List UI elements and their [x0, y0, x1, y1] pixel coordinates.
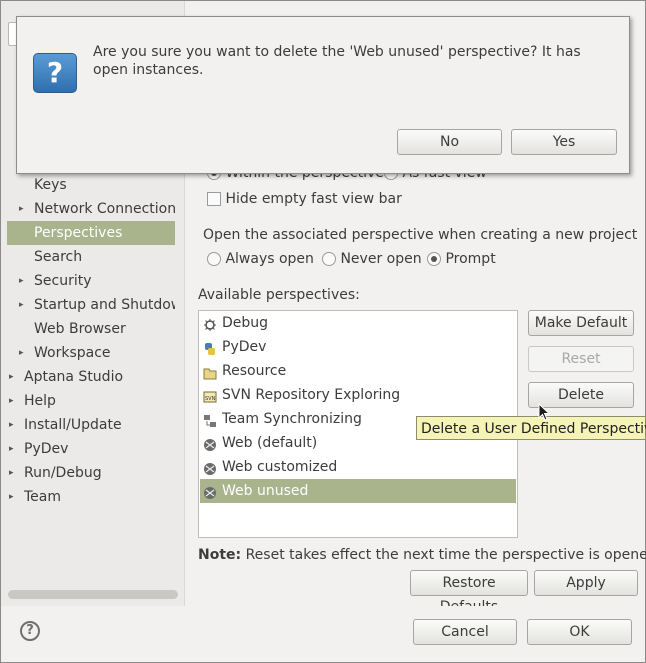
perspective-item-label: PyDev	[222, 339, 267, 355]
sidebar-item[interactable]: ▸ Aptana Studio	[7, 365, 175, 389]
sidebar-item-label: Run/Debug	[24, 465, 102, 481]
svn-icon: SVN	[203, 388, 217, 403]
bug-icon	[203, 316, 217, 331]
prompt-label: Prompt	[445, 251, 496, 267]
prompt-radio[interactable]	[427, 252, 441, 266]
reset-button[interactable]: Reset	[528, 346, 634, 372]
mouse-cursor-icon	[538, 403, 550, 421]
expand-arrow-icon[interactable]: ▸	[9, 461, 14, 485]
expand-arrow-icon[interactable]: ▸	[19, 269, 24, 293]
perspective-item-label: Resource	[222, 363, 287, 379]
perspective-item-label: Debug	[222, 315, 269, 331]
sidebar-item[interactable]: ▸ Network Connections	[7, 197, 175, 221]
expand-arrow-icon[interactable]: ▸	[19, 293, 24, 317]
sidebar-item-label: Web Browser	[34, 321, 126, 337]
restore-defaults-button[interactable]: Restore Defaults	[410, 570, 528, 615]
svg-text:SVN: SVN	[205, 396, 216, 402]
sidebar-item-label: Security	[34, 273, 92, 289]
hide-empty-label: Hide empty fast view bar	[225, 191, 402, 207]
hide-empty-option[interactable]: Hide empty fast view bar	[207, 191, 402, 207]
always-open-radio[interactable]	[207, 252, 221, 266]
perspective-item[interactable]: Web unused	[200, 479, 516, 503]
sidebar-item-label: Startup and Shutdown	[34, 297, 175, 313]
expand-arrow-icon[interactable]: ▸	[9, 365, 14, 389]
sidebar-item[interactable]: ▸ Security	[7, 269, 175, 293]
sidebar-item-label: Network Connections	[34, 201, 175, 217]
sidebar-item-label: PyDev	[24, 441, 69, 457]
sidebar-item[interactable]: ▸ Team	[7, 485, 175, 509]
open-associated-label: Open the associated perspective when cre…	[203, 227, 638, 243]
sidebar-item-label: Search	[34, 249, 83, 265]
expand-arrow-icon[interactable]: ▸	[9, 413, 14, 437]
perspective-item[interactable]: Web customized	[200, 455, 516, 479]
expand-arrow-icon[interactable]: ▸	[9, 485, 14, 509]
sidebar-item[interactable]: Search	[7, 245, 175, 269]
sidebar-item[interactable]: ▸ PyDev	[7, 437, 175, 461]
available-perspectives-label: Available perspectives:	[198, 287, 360, 303]
sidebar-item[interactable]: ▸ Run/Debug	[7, 461, 175, 485]
expand-arrow-icon[interactable]: ▸	[19, 197, 24, 221]
sidebar-item-label: Install/Update	[24, 417, 122, 433]
make-default-button[interactable]: Make Default	[528, 310, 634, 336]
hide-empty-checkbox[interactable]	[207, 192, 221, 206]
perspective-item-label: Team Synchronizing	[222, 411, 362, 427]
perspective-item-label: Web customized	[222, 459, 338, 475]
prompt-option[interactable]: Prompt	[427, 251, 496, 267]
expand-arrow-icon[interactable]: ▸	[9, 437, 14, 461]
sidebar-scrollbar[interactable]	[8, 590, 178, 599]
never-open-label: Never open	[340, 251, 422, 267]
sidebar-item-label: Keys	[34, 177, 67, 193]
never-open-radio[interactable]	[322, 252, 336, 266]
always-open-option[interactable]: Always open	[207, 251, 314, 267]
sidebar-item[interactable]: ▸ Help	[7, 389, 175, 413]
expand-arrow-icon[interactable]: ▸	[9, 389, 14, 413]
perspective-item[interactable]: Resource	[200, 359, 516, 383]
web-icon	[203, 460, 217, 475]
sync-icon	[203, 412, 217, 427]
sidebar-item[interactable]: ▸ Install/Update	[7, 413, 175, 437]
sidebar-item[interactable]: Perspectives	[7, 221, 175, 245]
sidebar-item[interactable]: Web Browser	[7, 317, 175, 341]
sidebar-item[interactable]: ▸ Workspace	[7, 341, 175, 365]
ok-button[interactable]: OK	[527, 619, 632, 645]
sidebar-item[interactable]: Keys	[7, 173, 175, 197]
yes-button[interactable]: Yes	[511, 129, 617, 155]
sidebar-item-label: Help	[24, 393, 56, 409]
note-bold: Note:	[198, 547, 242, 563]
sidebar-item-label: Workspace	[34, 345, 111, 361]
no-button[interactable]: No	[397, 129, 502, 155]
perspective-item-label: Web unused	[222, 483, 309, 499]
cancel-button[interactable]: Cancel	[413, 619, 517, 645]
dialog-message: Are you sure you want to delete the 'Web…	[93, 44, 581, 78]
question-icon: ?	[33, 53, 77, 93]
reset-note: Note: Reset takes effect the next time t…	[198, 547, 646, 563]
web-icon	[203, 484, 217, 499]
perspective-item-label: SVN Repository Exploring	[222, 387, 401, 403]
delete-tooltip: Delete a User Defined Perspective	[416, 416, 646, 440]
perspective-item[interactable]: PyDev	[200, 335, 516, 359]
perspective-item[interactable]: Debug	[200, 311, 516, 335]
python-icon	[203, 340, 217, 355]
confirm-delete-dialog: ? Are you sure you want to delete the 'W…	[16, 16, 630, 174]
help-icon[interactable]: ?	[20, 621, 40, 641]
perspective-item-label: Web (default)	[222, 435, 318, 451]
always-open-label: Always open	[225, 251, 314, 267]
folder-icon	[203, 364, 217, 380]
note-text: Reset takes effect the next time the per…	[241, 547, 646, 563]
perspective-item[interactable]: SVN SVN Repository Exploring	[200, 383, 516, 407]
sidebar-item-label: Team	[24, 489, 62, 505]
sidebar-item-label: Perspectives	[34, 225, 123, 241]
never-open-option[interactable]: Never open	[322, 251, 422, 267]
expand-arrow-icon[interactable]: ▸	[19, 341, 24, 365]
sidebar-item-label: Aptana Studio	[24, 369, 124, 385]
web-icon	[203, 436, 217, 451]
sidebar-item[interactable]: ▸ Startup and Shutdown	[7, 293, 175, 317]
apply-button[interactable]: Apply	[534, 570, 638, 596]
